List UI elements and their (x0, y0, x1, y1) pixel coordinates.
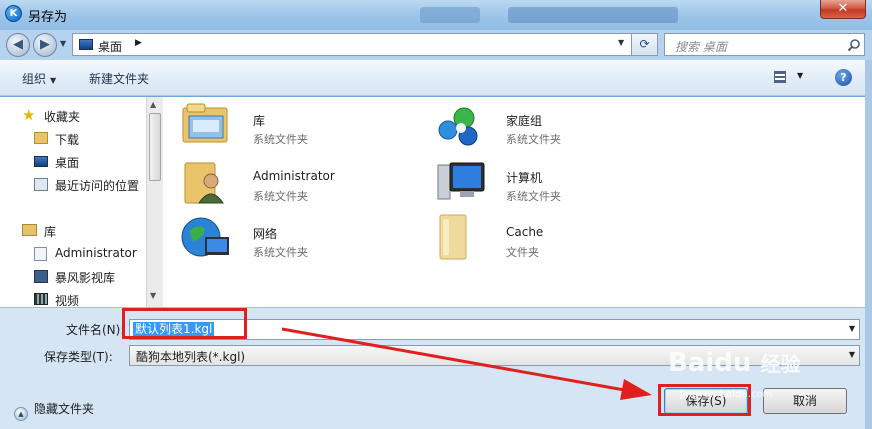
watermark-url: jingyan.baidu.com (680, 389, 773, 400)
watermark-suffix: 经验 (760, 352, 801, 376)
watermark-brand: Baidu 经验 (668, 348, 800, 378)
watermark-brand-text: Baidu (668, 348, 752, 378)
